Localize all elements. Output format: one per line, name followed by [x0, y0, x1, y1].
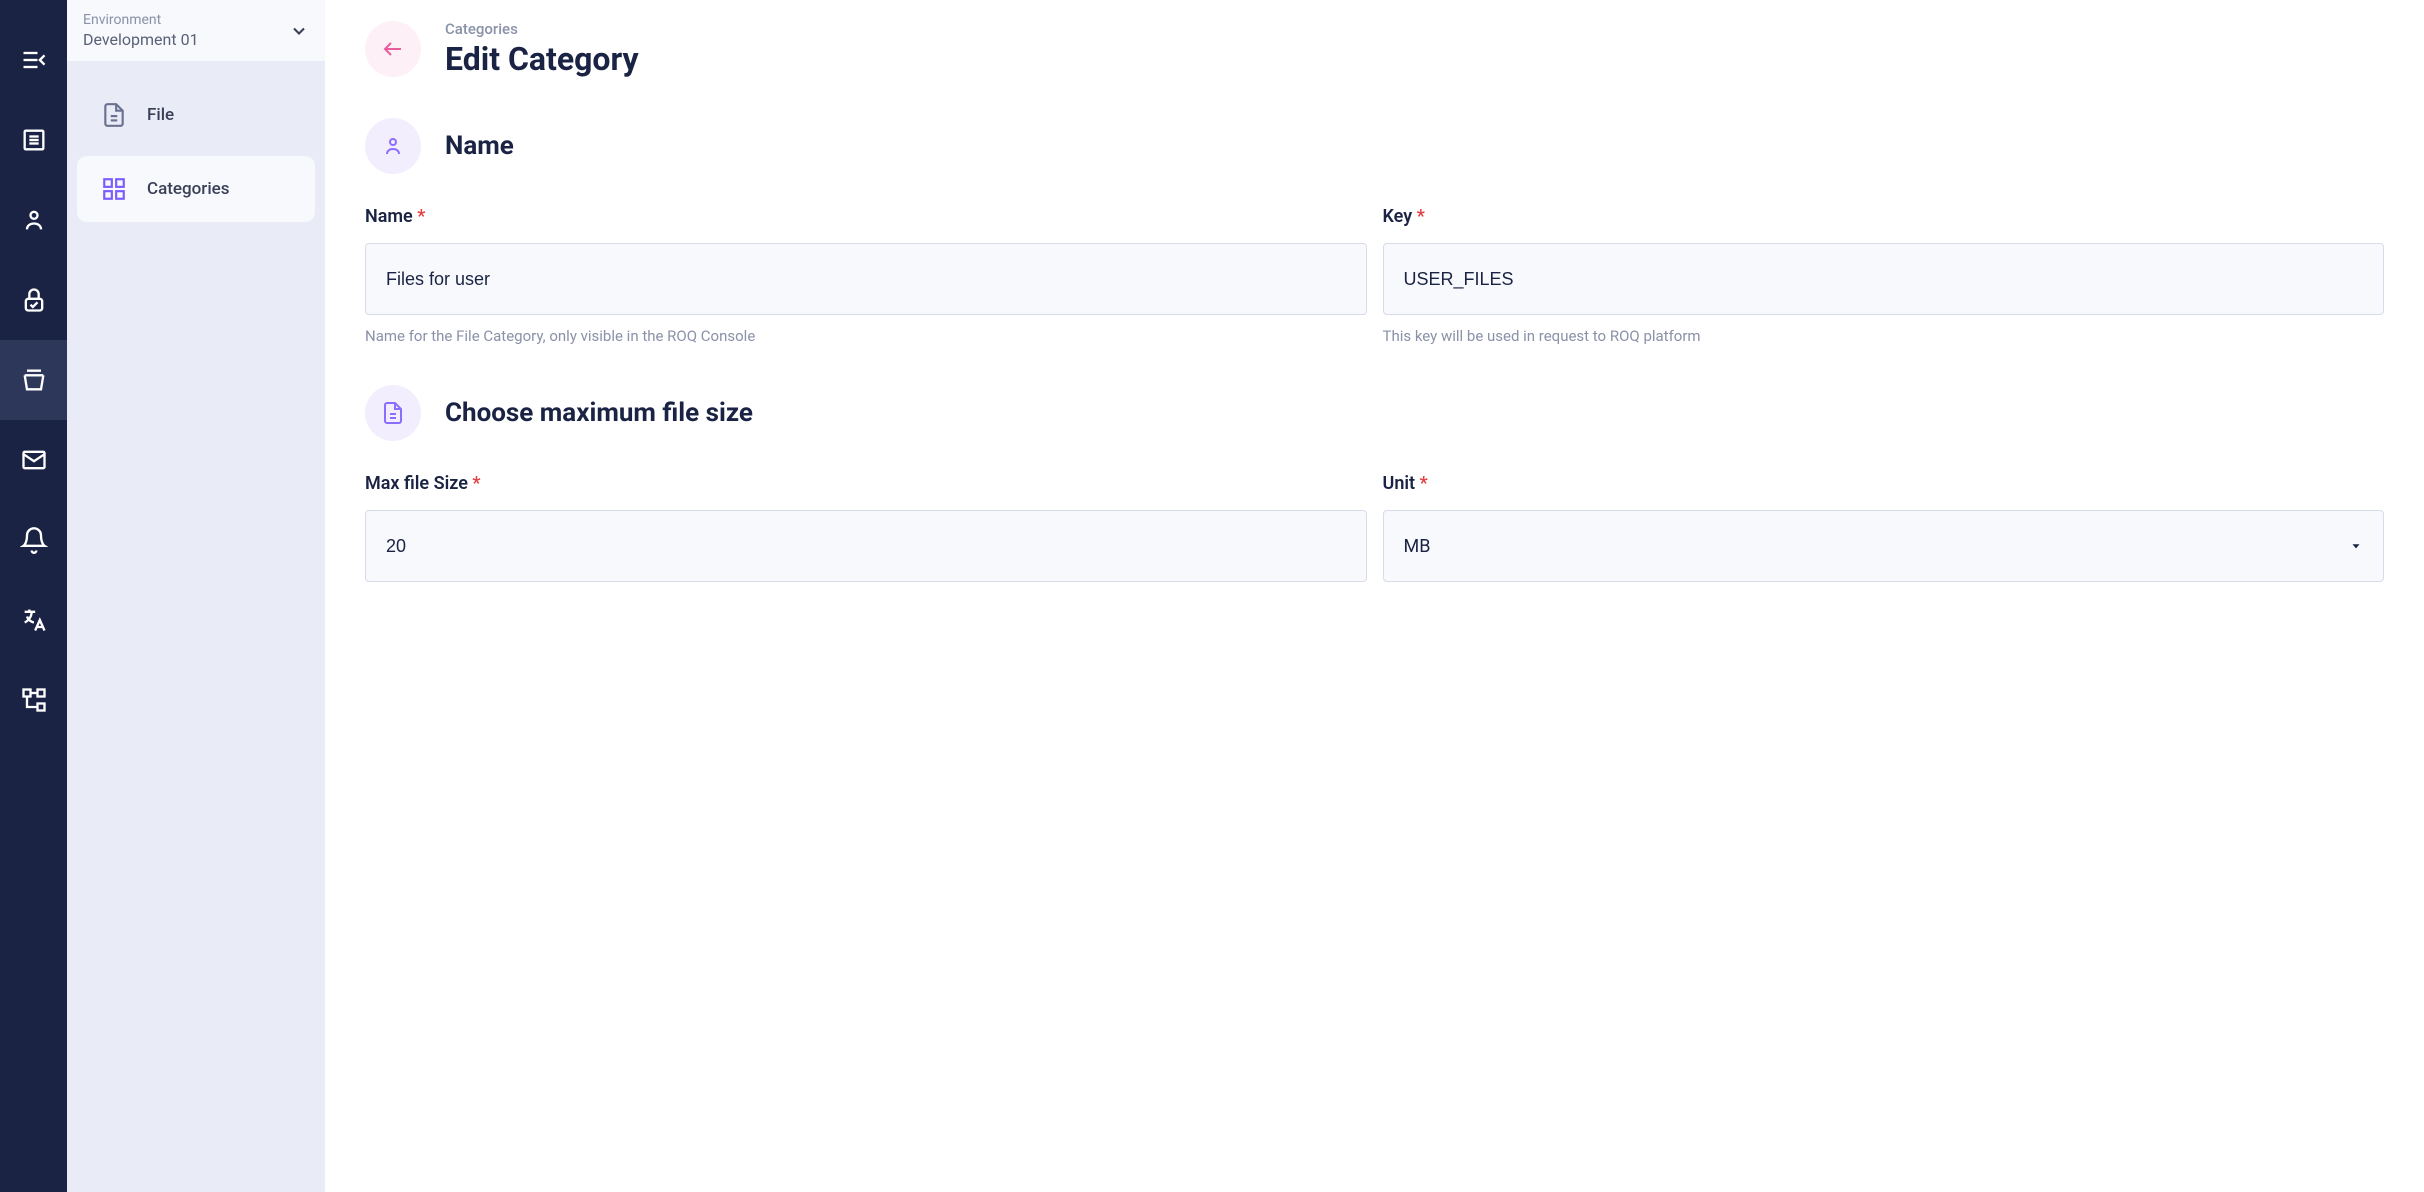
- sidebar-item-file[interactable]: File: [77, 82, 315, 148]
- file-icon: [101, 102, 127, 128]
- key-input[interactable]: [1383, 243, 2385, 315]
- name-input[interactable]: [365, 243, 1367, 315]
- name-help-text: Name for the File Category, only visible…: [365, 327, 1367, 345]
- section-title: Choose maximum file size: [445, 398, 753, 428]
- sidebar-item-categories[interactable]: Categories: [77, 156, 315, 222]
- hierarchy-icon: [20, 686, 48, 714]
- form-group-maxsize: Max file Size *: [365, 473, 1367, 582]
- environment-label: Environment: [83, 12, 199, 28]
- maxsize-input[interactable]: [365, 510, 1367, 582]
- nav-item-notifications[interactable]: [0, 500, 67, 580]
- sidebar-item-label: File: [147, 105, 174, 125]
- page-title: Edit Category: [445, 40, 639, 78]
- nav-item-list[interactable]: [0, 100, 67, 180]
- unit-select[interactable]: MB: [1383, 510, 2385, 582]
- bell-icon: [20, 526, 48, 554]
- user-icon: [20, 206, 48, 234]
- unit-label: Unit *: [1383, 473, 2385, 494]
- nav-rail: [0, 0, 67, 1192]
- archive-icon: [20, 366, 48, 394]
- form-group-unit: Unit * MB: [1383, 473, 2385, 582]
- nav-item-translate[interactable]: [0, 580, 67, 660]
- lock-check-icon: [20, 286, 48, 314]
- nav-item-user[interactable]: [0, 180, 67, 260]
- arrow-left-icon: [381, 37, 405, 61]
- nav-item-hierarchy[interactable]: [0, 660, 67, 740]
- maxsize-label: Max file Size *: [365, 473, 1367, 494]
- menu-collapse-icon: [20, 46, 48, 74]
- main-content: Categories Edit Category Name Name * Nam…: [325, 0, 2424, 1192]
- form-group-name: Name * Name for the File Category, only …: [365, 206, 1367, 345]
- section-name: Name Name * Name for the File Category, …: [365, 118, 2384, 345]
- list-icon: [20, 126, 48, 154]
- page-header: Categories Edit Category: [365, 20, 2384, 78]
- back-button[interactable]: [365, 21, 421, 77]
- nav-toggle-button[interactable]: [0, 20, 67, 100]
- unit-select-value: MB: [1404, 536, 1431, 557]
- breadcrumb: Categories: [445, 20, 639, 38]
- environment-selector[interactable]: Environment Development 01: [67, 0, 325, 62]
- section-title: Name: [445, 131, 514, 161]
- environment-name: Development 01: [83, 30, 199, 49]
- section-icon-wrapper: [365, 385, 421, 441]
- nav-item-security[interactable]: [0, 260, 67, 340]
- section-icon-wrapper: [365, 118, 421, 174]
- key-label: Key *: [1383, 206, 2385, 227]
- sidebar-item-label: Categories: [147, 179, 230, 199]
- dropdown-icon: [2349, 539, 2363, 553]
- nav-item-mail[interactable]: [0, 420, 67, 500]
- chevron-down-icon: [289, 21, 309, 41]
- grid-icon: [101, 176, 127, 202]
- form-group-key: Key * This key will be used in request t…: [1383, 206, 2385, 345]
- mail-icon: [20, 446, 48, 474]
- person-icon: [381, 134, 405, 158]
- sidebar-menu: File Categories: [67, 62, 325, 250]
- section-filesize: Choose maximum file size Max file Size *…: [365, 385, 2384, 582]
- sidebar: Environment Development 01 File Categor: [67, 0, 325, 1192]
- file-icon: [381, 401, 405, 425]
- translate-icon: [20, 606, 48, 634]
- key-help-text: This key will be used in request to ROQ …: [1383, 327, 2385, 345]
- nav-item-files[interactable]: [0, 340, 67, 420]
- name-label: Name *: [365, 206, 1367, 227]
